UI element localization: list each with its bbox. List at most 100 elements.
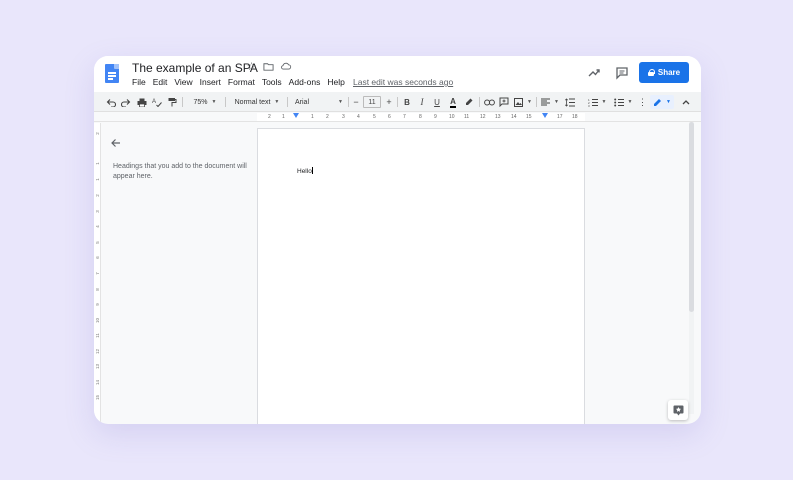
ruler-number: 2	[268, 114, 271, 120]
lock-icon	[647, 69, 655, 76]
share-button[interactable]: Share	[639, 62, 689, 83]
body-text: Hello	[297, 168, 312, 175]
menu-add-ons[interactable]: Add-ons	[289, 77, 321, 87]
vruler-number: 9	[95, 303, 100, 306]
toolbar-divider	[397, 97, 398, 107]
menu-tools[interactable]: Tools	[262, 77, 282, 87]
font-size-input[interactable]: 11	[363, 96, 381, 108]
menu-format[interactable]: Format	[228, 77, 255, 87]
vruler-number: 5	[95, 241, 100, 244]
svg-text:3: 3	[588, 104, 590, 107]
ruler-number: 14	[511, 114, 517, 120]
ruler-number: 4	[357, 114, 360, 120]
outline-empty-message: Headings that you add to the document wi…	[113, 163, 247, 180]
star-icon[interactable]: ☆	[245, 61, 258, 74]
vruler-number: 3	[95, 210, 100, 213]
ruler-number: 1	[311, 114, 314, 120]
toolbar-divider	[348, 97, 349, 107]
menu-help[interactable]: Help	[327, 77, 344, 87]
zoom-select[interactable]: 75% ▼	[187, 92, 223, 112]
align-left-icon[interactable]: ▼	[540, 92, 560, 112]
highlight-color-icon[interactable]	[463, 92, 475, 112]
vruler-number: 10	[95, 318, 100, 324]
vertical-ruler[interactable]: 2 1 1 2 3 4 5 6 7 8 9 10 11 12 13 14 15	[94, 123, 101, 424]
vruler-number: 15	[95, 395, 100, 401]
bold-button[interactable]: B	[401, 92, 413, 112]
scrollbar-thumb[interactable]	[689, 122, 694, 312]
line-spacing-icon[interactable]	[564, 92, 576, 112]
activity-trend-icon[interactable]	[587, 66, 601, 80]
chevron-down-icon: ▼	[338, 99, 343, 105]
document-page[interactable]: Hello	[257, 128, 585, 424]
increase-font-size-button[interactable]: +	[384, 92, 394, 112]
collapse-menus-icon[interactable]	[680, 92, 692, 112]
vruler-number: 12	[95, 349, 100, 355]
share-label: Share	[657, 68, 681, 77]
paint-format-icon[interactable]	[166, 92, 178, 112]
menu-insert[interactable]: Insert	[200, 77, 221, 87]
comment-history-icon[interactable]	[615, 66, 629, 80]
insert-comment-icon[interactable]	[498, 92, 510, 112]
document-title[interactable]: The example of an SPA	[132, 61, 258, 75]
numbered-list-icon[interactable]: 123 ▼	[586, 92, 608, 112]
document-body-text[interactable]: Hello	[297, 167, 313, 175]
menu-edit[interactable]: Edit	[153, 77, 168, 87]
text-color-label: A	[450, 96, 456, 108]
right-indent-marker[interactable]	[542, 113, 548, 118]
print-icon[interactable]	[136, 92, 148, 112]
menu-file[interactable]: File	[132, 77, 146, 87]
italic-button[interactable]: I	[416, 92, 428, 112]
decrease-font-size-button[interactable]: −	[351, 92, 361, 112]
editing-mode-icon[interactable]: ▼	[650, 95, 674, 109]
move-folder-icon[interactable]	[262, 61, 275, 74]
google-docs-logo-icon[interactable]	[105, 64, 119, 83]
ruler-number: 1	[282, 114, 285, 120]
vruler-number: 4	[95, 225, 100, 228]
chevron-down-icon: ▼	[274, 99, 280, 105]
ruler-number: 10	[449, 114, 455, 120]
cloud-status-icon[interactable]	[279, 61, 292, 74]
last-edit-link[interactable]: Last edit was seconds ago	[353, 77, 453, 87]
ruler-number: 11	[464, 114, 470, 120]
insert-image-icon[interactable]: ▼	[513, 92, 533, 112]
ruler-number: 3	[342, 114, 345, 120]
ruler-number: 8	[419, 114, 422, 120]
toolbar-divider	[536, 97, 537, 107]
insert-link-icon[interactable]	[483, 92, 495, 112]
font-family-value: Arial	[295, 98, 310, 106]
redo-icon[interactable]	[120, 92, 132, 112]
menu-bar: File Edit View Insert Format Tools Add-o…	[132, 77, 345, 87]
horizontal-ruler[interactable]: 2 1 1 2 3 4 5 6 7 8 9 10 11 12 13 14 15 …	[94, 113, 701, 122]
underline-button[interactable]: U	[431, 92, 443, 112]
docs-window: The example of an SPA ☆ File Edit View I…	[94, 56, 701, 424]
undo-icon[interactable]	[105, 92, 117, 112]
text-cursor	[311, 167, 313, 174]
vruler-number: 1	[95, 162, 100, 165]
formatting-toolbar: A 75% ▼ Normal text ▼ Arial ▼ − 11 + B I…	[94, 92, 701, 112]
ruler-number: 13	[495, 114, 501, 120]
explore-button[interactable]	[668, 400, 688, 420]
text-color-button[interactable]: A	[447, 92, 459, 112]
explore-icon	[673, 405, 683, 415]
close-outline-arrow-icon[interactable]	[110, 136, 122, 148]
ruler-number: 7	[403, 114, 406, 120]
chevron-down-icon: ▼	[211, 99, 217, 105]
menu-view[interactable]: View	[174, 77, 192, 87]
spellcheck-icon[interactable]: A	[151, 92, 163, 112]
vruler-number: 11	[95, 333, 100, 338]
chevron-down-icon: ▼	[554, 99, 559, 105]
vruler-number: 2	[95, 132, 100, 135]
chevron-down-icon: ▼	[527, 99, 532, 105]
bulleted-list-icon[interactable]: ▼	[612, 92, 634, 112]
indent-marker[interactable]	[293, 113, 299, 118]
paragraph-style-value: Normal text	[234, 98, 271, 106]
title-bar: The example of an SPA ☆ File Edit View I…	[94, 56, 701, 92]
vruler-number: 14	[95, 380, 100, 386]
paragraph-style-select[interactable]: Normal text ▼	[229, 92, 285, 112]
chevron-down-icon: ▼	[601, 99, 607, 105]
svg-text:A: A	[152, 99, 156, 105]
more-options-icon[interactable]: ⋮	[637, 92, 647, 112]
toolbar-divider	[287, 97, 288, 107]
font-family-select[interactable]: Arial ▼	[291, 92, 347, 112]
vruler-number: 7	[95, 272, 100, 275]
